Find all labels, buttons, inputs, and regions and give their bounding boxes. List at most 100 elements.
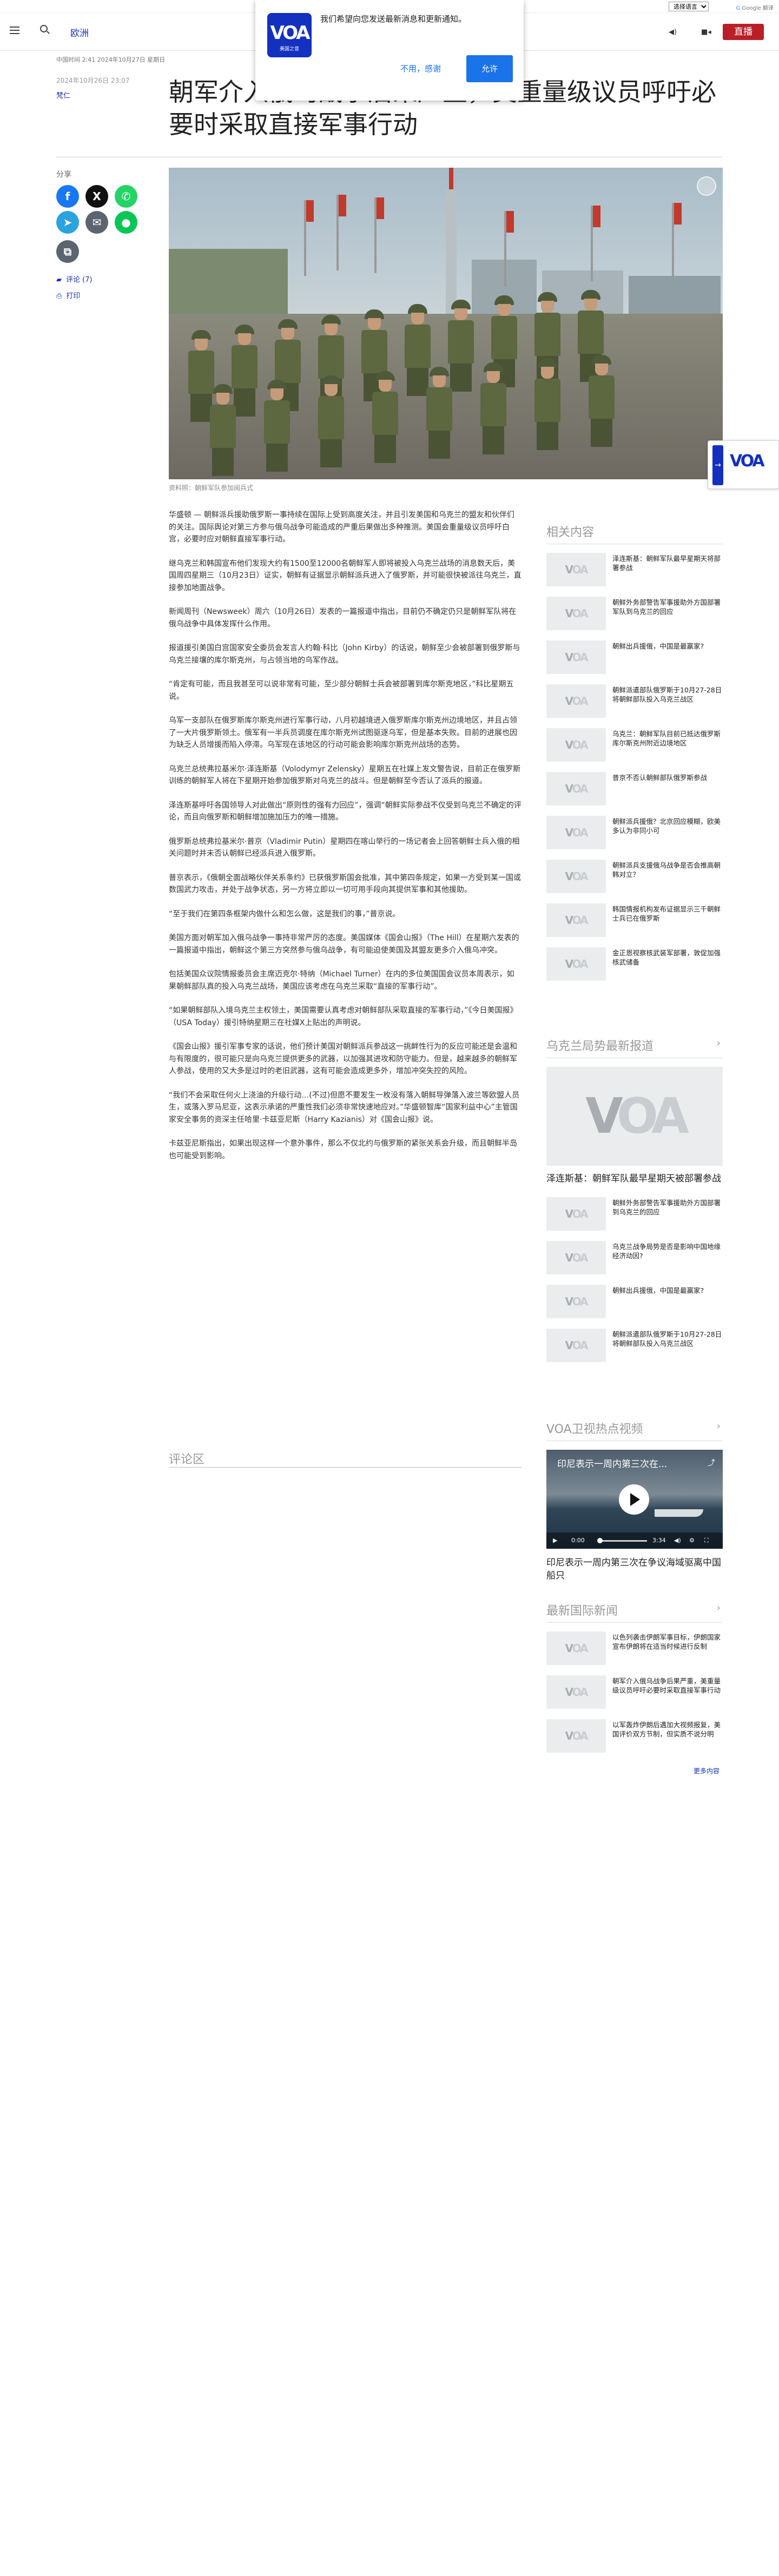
more-link[interactable]: 更多内容 bbox=[694, 1766, 719, 1775]
share-label: 分享 bbox=[56, 170, 71, 179]
article-author[interactable]: 梵仁 bbox=[56, 90, 70, 100]
intl-item[interactable]: VOA 以军轰炸伊朗后遇加大视频报复，美国评价双方节制，但实质不说分明 bbox=[546, 1719, 723, 1753]
paragraph: 泽连斯基呼吁各国领导人对此做出“原则性的强有力回应”，强调“朝鲜实际参战不仅受到… bbox=[169, 801, 521, 822]
thumbnail: VOA bbox=[546, 597, 606, 630]
paragraph: “如果朝鲜部队入境乌克兰主权领土，美国需要认真考虑对朝鲜部队采取直接的军事行动，… bbox=[169, 1006, 518, 1027]
comments-link[interactable]: ▰ 评论 (7) bbox=[56, 274, 93, 284]
related-item[interactable]: VOA 韩国情报机构发布证据显示三千朝鲜士兵已在俄罗斯 bbox=[546, 903, 723, 937]
comments-divider bbox=[169, 1467, 521, 1468]
thumbnail: VOA bbox=[546, 1632, 606, 1665]
related-item[interactable]: VOA 朝鲜外务部警告军事援助外方国部署军队到乌克兰的回应 bbox=[546, 597, 723, 630]
comments-heading: 评论区 bbox=[169, 1453, 205, 1467]
related-title: 相关内容 bbox=[546, 523, 723, 544]
thumbnail: VOA bbox=[546, 816, 606, 849]
paragraph: 俄罗斯总统弗拉基米尔·普京（Vladimir Putin）星期四在喀山举行的一场… bbox=[169, 837, 520, 858]
thumbnail: VOA bbox=[546, 1241, 606, 1274]
paragraph: “至于我们在第四条框架内做什么和怎么做，这是我们的事，”普京说。 bbox=[169, 909, 400, 919]
video-section: VOA卫视热点视频 › 印尼表示一周内第三次在... ⤴ ▶ 0:00 3:34 … bbox=[546, 1419, 723, 1594]
audio-icon[interactable]: ◀) bbox=[669, 28, 677, 36]
related-item[interactable]: VOA 普京不否认朝鲜部队俄罗斯参战 bbox=[546, 772, 723, 805]
ukraine-item[interactable]: VOA 乌克兰战争局势是否是影响中国地缘经济动因? bbox=[546, 1241, 723, 1274]
paragraph: 卡兹亚尼斯指出，如果出现这样一个意外事件，那么不仅北约与俄罗斯的紧张关系会升级，… bbox=[169, 1139, 517, 1160]
expand-image-icon[interactable] bbox=[697, 176, 716, 196]
paragraph: 普京表示，《俄朝全面战略伙伴关系条约》已获俄罗斯国会批准，其中第四条规定，如果一… bbox=[169, 873, 521, 895]
telegram-share-icon[interactable]: ➤ bbox=[56, 211, 79, 234]
article-date: 2024年10月26日 23:07 bbox=[56, 77, 130, 84]
ukraine-section: 乌克兰局势最新报道 › VOA 泽连斯基：朝鲜军队最早星期天被部署参战 VOA 朝鲜… bbox=[546, 1036, 723, 1372]
thumbnail: VOA bbox=[546, 1329, 606, 1362]
thumbnail: VOA bbox=[546, 903, 606, 937]
print-icon: ⎙ bbox=[56, 292, 62, 300]
search-icon[interactable] bbox=[40, 25, 48, 32]
intl-item[interactable]: VOA 以色列袭击伊朗军事目标，伊朗国家宣布伊朗将在适当时候进行反制 bbox=[546, 1632, 723, 1665]
thumbnail: VOA bbox=[546, 640, 606, 674]
line-share-icon[interactable]: ● bbox=[115, 211, 137, 234]
related-item[interactable]: VOA 朝鲜出兵援俄，中国是最赢家? bbox=[546, 640, 723, 674]
volume-icon[interactable]: ◀) bbox=[674, 1537, 681, 1544]
voa-logo: VOA 美国之音 bbox=[267, 13, 312, 57]
whatsapp-share-icon[interactable]: ✆ bbox=[115, 185, 137, 208]
play-small-icon[interactable]: ▶ bbox=[553, 1537, 557, 1544]
ukraine-item[interactable]: VOA 朝鲜外务部警告军事援助外方国部署到乌克兰的回应 bbox=[546, 1197, 723, 1231]
lead-thumbnail[interactable]: VOA bbox=[546, 1067, 723, 1166]
section-link[interactable]: 欧洲 bbox=[70, 25, 89, 39]
video-icon[interactable]: ■◂ bbox=[701, 28, 711, 36]
menu-icon[interactable] bbox=[10, 27, 19, 34]
paragraph: 报道援引美国白宫国家安全委员会发言人约翰·科比（John Kirby）的话说，朝… bbox=[169, 644, 520, 665]
image-caption: 资料照：朝鲜军队参加阅兵式 bbox=[169, 484, 254, 492]
intl-item[interactable]: VOA 朝军介入俄乌战争后果严重，美重量级议员呼吁必要时采取直接军事行动 bbox=[546, 1675, 723, 1709]
intl-news-section: 最新国际新闻 › VOA 以色列袭击伊朗军事目标，伊朗国家宣布伊朗将在适当时候进行反… bbox=[546, 1601, 723, 1763]
arrow-right-icon[interactable]: → bbox=[712, 445, 723, 485]
paragraph: 新闻周刊（Newsweek）周六（10月26日）发表的一篇报道中指出，目前仍不确… bbox=[169, 607, 517, 629]
decline-button[interactable]: 不用，感谢 bbox=[400, 63, 441, 74]
seek-bar[interactable] bbox=[598, 1540, 647, 1542]
chevron-right-icon: › bbox=[716, 1038, 721, 1049]
article-body: 华盛顿 — 朝鲜派兵援助俄罗斯一事持续在国际上受到高度关注，并且引发美国和乌克兰… bbox=[169, 509, 521, 1174]
thumbnail: VOA bbox=[546, 860, 606, 893]
thumbnail: VOA bbox=[546, 684, 606, 718]
paragraph: 乌军一支部队在俄罗斯库尔斯克州进行军事行动，八月初越境进入俄罗斯库尔斯克州边境地… bbox=[169, 716, 517, 749]
thumbnail: VOA bbox=[546, 1197, 606, 1231]
ukraine-title[interactable]: 乌克兰局势最新报道 › bbox=[546, 1036, 723, 1058]
related-item[interactable]: VOA 朝鲜派遣部队俄罗斯于10月27-28日将朝鲜部队投入乌克兰战区 bbox=[546, 684, 723, 718]
thumbnail: VOA bbox=[546, 728, 606, 762]
current-time: 0:00 bbox=[571, 1537, 585, 1544]
settings-icon[interactable]: ⚙ bbox=[689, 1537, 695, 1544]
print-link[interactable]: ⎙ 打印 bbox=[56, 290, 80, 300]
x-share-icon[interactable]: X bbox=[85, 185, 108, 208]
facebook-share-icon[interactable]: f bbox=[56, 185, 79, 208]
lead-story-title[interactable]: 泽连斯基：朝鲜军队最早星期天被部署参战 bbox=[546, 1172, 723, 1185]
language-select[interactable]: 选择语言 bbox=[669, 2, 709, 11]
related-item[interactable]: VOA 乌克兰：朝鲜军队目前已抵达俄罗斯库尔斯克州附近边境地区 bbox=[546, 728, 723, 762]
email-share-icon[interactable]: ✉ bbox=[85, 211, 108, 234]
related-item[interactable]: VOA 朝鲜派兵援俄？北京回应模糊，欧美多认为非同小可 bbox=[546, 816, 723, 849]
intl-news-title[interactable]: 最新国际新闻 › bbox=[546, 1601, 723, 1623]
play-icon[interactable] bbox=[619, 1484, 649, 1515]
ukraine-item[interactable]: VOA 朝鲜派遣部队俄罗斯于10月27-28日将朝鲜部队投入乌克兰战区 bbox=[546, 1329, 723, 1362]
thumbnail: VOA bbox=[546, 1285, 606, 1318]
copy-link-icon[interactable]: ⧉ bbox=[56, 240, 79, 263]
paragraph: 《国会山报》援引军事专家的话说，他们预计美国对朝鲜派兵参战这一挑衅性行为的反应可… bbox=[169, 1042, 517, 1075]
ukraine-item[interactable]: VOA 朝鲜出兵援俄，中国是最赢家? bbox=[546, 1285, 723, 1318]
notification-message: 我们希望向您发送最新消息和更新通知。 bbox=[320, 14, 467, 24]
video-caption[interactable]: 印尼表示一周内第三次在争议海域驱离中国船只 bbox=[546, 1556, 723, 1582]
fullscreen-icon[interactable]: ⛶ bbox=[704, 1537, 709, 1544]
related-item[interactable]: VOA 朝鲜派兵支援俄乌战争是否会推高朝韩对立？ bbox=[546, 860, 723, 893]
chevron-right-icon: › bbox=[716, 1602, 721, 1614]
live-button[interactable]: 直播 bbox=[723, 24, 764, 40]
article-meta: 中国时间 2:41 2024年10月27日 星期日 bbox=[56, 56, 166, 63]
related-item[interactable]: VOA 泽连斯基：朝鲜军队最早星期天将部署参战 bbox=[546, 553, 723, 586]
seek-handle[interactable] bbox=[597, 1538, 603, 1543]
related-item[interactable]: VOA 金正恩视察核武装军部署，敦促加强核武储备 bbox=[546, 947, 723, 981]
hero-image bbox=[169, 168, 723, 479]
allow-button[interactable]: 允许 bbox=[466, 55, 513, 82]
paragraph: 继乌克兰和韩国宣布他们发现大约有1500至12000名朝鲜军人即将被投入乌克兰战… bbox=[169, 559, 521, 592]
floating-widget[interactable]: → VOA bbox=[708, 440, 779, 489]
video-overlay-title: 印尼表示一周内第三次在... bbox=[557, 1459, 668, 1470]
voa-logo: VOA bbox=[730, 452, 765, 471]
paragraph: 包括美国众议院情报委员会主席迈克尔·特纳（Michael Turner）在内的多… bbox=[169, 970, 514, 991]
video-player[interactable]: 印尼表示一周内第三次在... ⤴ ▶ 0:00 3:34 ◀) ⚙ ⛶ bbox=[546, 1450, 723, 1549]
share-icon[interactable]: ⤴ bbox=[708, 1457, 715, 1468]
video-section-title[interactable]: VOA卫视热点视频 › bbox=[546, 1419, 723, 1441]
thumbnail: VOA bbox=[546, 772, 606, 805]
